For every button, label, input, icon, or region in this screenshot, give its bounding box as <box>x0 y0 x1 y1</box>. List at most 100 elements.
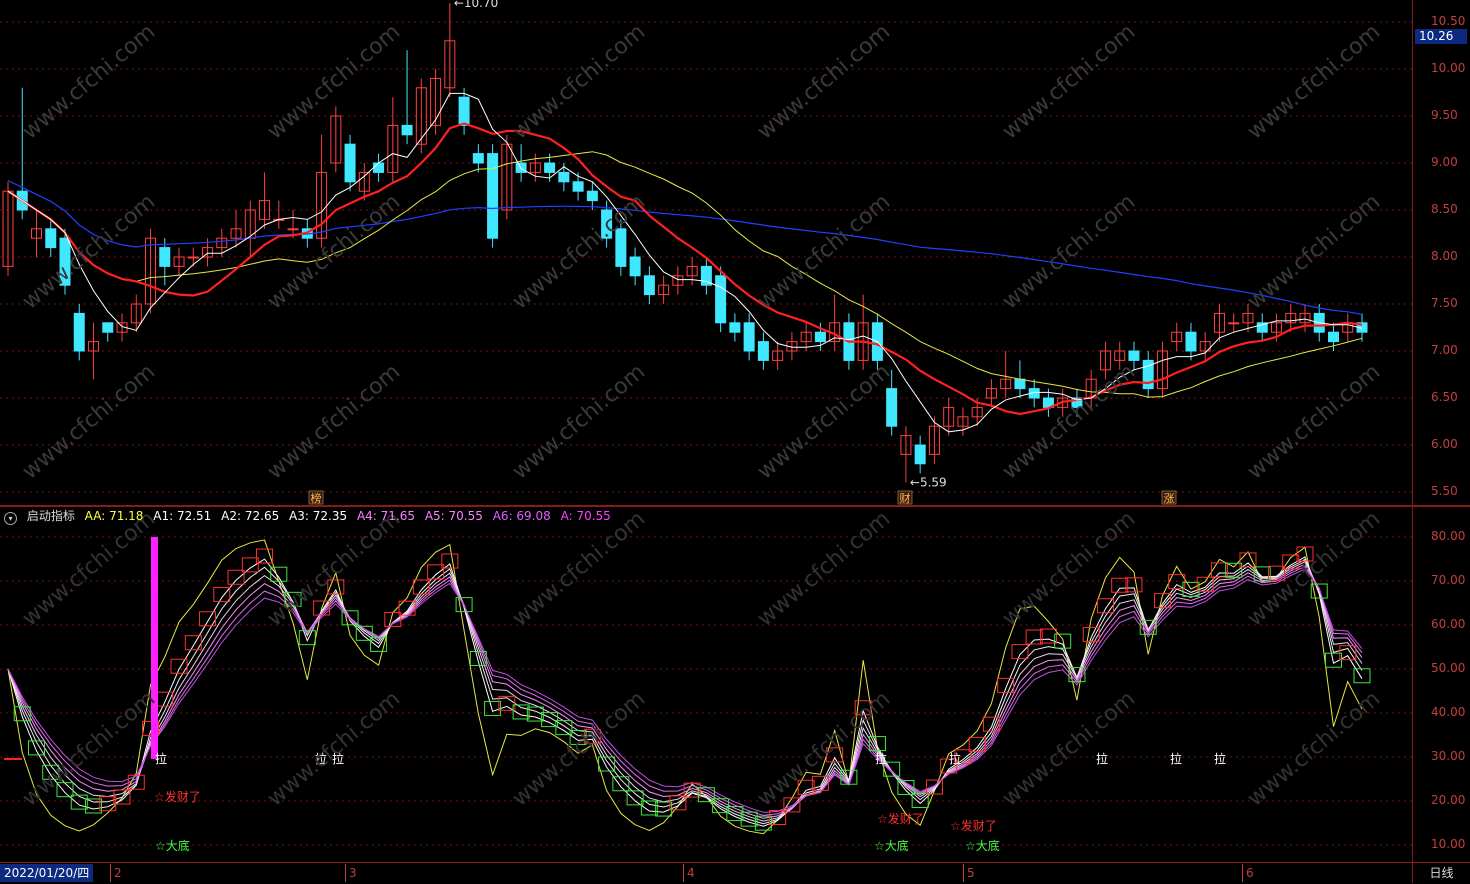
indicator-step-box <box>1111 577 1129 593</box>
candle-body <box>73 312 85 352</box>
time-axis[interactable]: 2022/01/20/四 2 3 4 5 6 <box>0 862 1412 883</box>
candle-body <box>743 322 755 352</box>
watermark-text: www.cfchi.com <box>508 507 650 632</box>
candle <box>415 78 427 154</box>
candle <box>643 266 655 304</box>
candle-body <box>287 228 299 231</box>
indicator-tick-label: 60.00 <box>1431 617 1466 631</box>
indicator-tick-label: 30.00 <box>1431 749 1466 763</box>
month-tick-label: 5 <box>963 864 975 882</box>
watermark-text: www.cfchi.com <box>18 507 160 632</box>
watermark-text: www.cfchi.com <box>1243 686 1385 811</box>
signal-bar <box>151 537 158 759</box>
indicator-value-a3: A3: 72.35 <box>289 509 348 523</box>
price-tick-label: 8.50 <box>1431 202 1458 216</box>
candle <box>387 97 399 182</box>
candle <box>900 426 912 483</box>
month-tick-label: 2 <box>110 864 122 882</box>
watermark-text: www.cfchi.com <box>998 19 1140 144</box>
candle <box>501 134 513 220</box>
candle <box>130 294 142 333</box>
candle <box>743 313 755 361</box>
watermark-text: www.cfchi.com <box>263 359 405 484</box>
candle <box>244 200 256 257</box>
indicator-line-a1 <box>7 556 1363 827</box>
candle <box>629 247 641 286</box>
price-tick-label: 5.50 <box>1431 484 1458 498</box>
indicator-step-box <box>427 564 445 580</box>
ma-red-line <box>7 122 1363 416</box>
indicator-line-a5 <box>7 565 1363 816</box>
candle-body <box>544 162 556 173</box>
indicator-value-a4: A4: 71.65 <box>356 509 415 523</box>
candle-body <box>1014 378 1026 390</box>
fa-cai-mark: ☆发财了 <box>154 789 201 804</box>
indicator-value-a1: A1: 72.51 <box>153 509 212 523</box>
indicator-value-a5: A5: 70.55 <box>424 509 483 523</box>
watermark-text: www.cfchi.com <box>998 189 1140 314</box>
candle-body <box>643 275 655 296</box>
indicator-step-box <box>85 798 103 814</box>
candle <box>487 144 499 248</box>
indicator-line-a3 <box>7 561 1363 822</box>
candle-body <box>914 444 926 465</box>
watermark-text: www.cfchi.com <box>263 686 405 811</box>
watermark-text: www.cfchi.com <box>753 507 895 632</box>
price-chart-panel[interactable]: ←10.70 ←5.59 榜 财 涨 www.cfchi.com www.cfchi.com… <box>0 0 1412 505</box>
fa-cai-mark: ☆发财了 <box>950 818 997 833</box>
price-tick-label: 7.50 <box>1431 296 1458 310</box>
candle <box>686 257 698 286</box>
indicator-panel[interactable]: 拉拉拉拉拉拉拉拉 ☆发财了 ☆发财了 ☆发财了 ☆大底 ☆大底 ☆大底 www.cfchi.c… <box>0 506 1412 862</box>
candle <box>273 200 285 229</box>
watermark-text: www.cfchi.com <box>1243 507 1385 632</box>
candle <box>829 294 841 351</box>
candle <box>73 304 85 361</box>
candle <box>159 238 171 286</box>
candle <box>173 247 185 276</box>
candle-body <box>1185 331 1197 352</box>
price-tick-label: 10.00 <box>1431 61 1466 75</box>
candle <box>373 153 385 182</box>
indicator-name[interactable]: 启动指标 <box>27 509 75 523</box>
event-mark: 榜 <box>311 491 322 505</box>
watermark-text: www.cfchi.com <box>998 507 1140 632</box>
event-mark: 涨 <box>1164 492 1175 505</box>
candle <box>1199 332 1211 361</box>
candle-body <box>187 256 199 259</box>
candle <box>1256 313 1268 342</box>
candle <box>145 228 157 314</box>
la-mark: 拉 <box>155 751 167 766</box>
candle <box>259 172 271 229</box>
candle-body <box>487 153 499 239</box>
indicator-step-box <box>270 566 288 582</box>
period-button[interactable]: 日线 <box>1412 862 1470 883</box>
candle <box>914 435 926 474</box>
watermark-text: www.cfchi.com <box>508 19 650 144</box>
cursor-date: 2022/01/20/四 <box>0 864 94 882</box>
candle-body <box>715 275 727 324</box>
candle <box>985 379 997 408</box>
la-mark: 拉 <box>875 751 887 766</box>
candle <box>1342 313 1354 342</box>
price-tick-label: 6.00 <box>1431 437 1458 451</box>
indicator-header: ▾ 启动指标 AA: 71.18 A1: 72.51 A2: 72.65 A3:… <box>4 508 617 525</box>
indicator-settings-icon[interactable]: ▾ <box>4 512 17 525</box>
aa-yellow-line <box>7 539 1363 835</box>
candle <box>187 247 199 267</box>
candle <box>102 322 114 342</box>
watermark-text: www.cfchi.com <box>753 189 895 314</box>
candle <box>45 219 57 257</box>
la-mark: 拉 <box>1214 751 1226 766</box>
indicator-tick-label: 10.00 <box>1431 837 1466 851</box>
candle-body <box>814 331 826 343</box>
indicator-step-box <box>1210 562 1228 578</box>
candle-body <box>159 247 171 267</box>
watermark-text: www.cfchi.com <box>998 359 1140 484</box>
fa-cai-mark: ☆发财了 <box>877 811 924 826</box>
candle <box>957 407 969 436</box>
candle <box>1299 304 1311 333</box>
candle <box>1171 322 1183 351</box>
candle <box>1156 341 1168 398</box>
indicator-step-box <box>1353 668 1371 684</box>
watermark-text: www.cfchi.com <box>18 359 160 484</box>
